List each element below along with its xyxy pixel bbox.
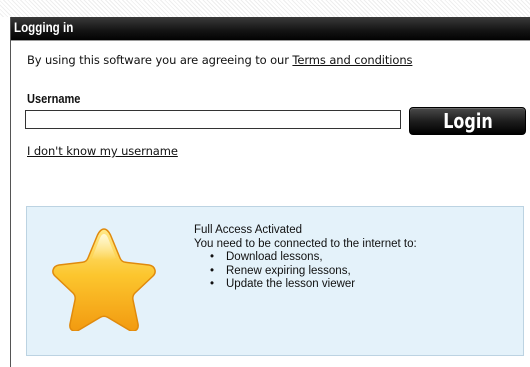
access-status-message: You need to be connected to the internet… [194,237,417,250]
list-item: • Renew expiring lessons, [210,264,417,279]
bullet: • [210,251,215,263]
list-item-text: Update the lesson viewer [226,278,356,290]
terms-notice: By using this software you are agreeing … [27,53,413,67]
forgot-username-link[interactable]: I don't know my username [27,144,178,158]
access-status-box: Full Access Activated You need to be con… [26,206,524,356]
list-item: • Download lessons, [210,251,417,265]
login-button[interactable]: Login [409,107,526,135]
terms-link[interactable]: Terms and conditions [292,53,412,67]
requirements-list: • Download lessons, • Renew expiring lesso… [194,251,417,292]
list-item: • Update the lesson viewer [210,278,417,292]
panel-title: Logging in [14,20,74,35]
background-strip [0,0,530,17]
list-item-text: Download lessons, [226,251,323,263]
bullet: • [210,264,215,277]
login-button-label: Login [442,109,493,133]
terms-prefix: By using this software you are agreeing … [27,53,293,67]
access-status-title: Full Access Activated [194,224,303,236]
list-item-text: Renew expiring lessons, [226,264,351,277]
panel-header: Logging in [11,17,530,41]
access-status-text: Full Access Activated You need to be con… [194,224,417,292]
star-icon [52,228,156,331]
username-label: Username [27,91,81,106]
bullet: • [210,278,215,290]
app-window: Logging in By using this software you ar… [0,0,530,367]
login-panel: Logging in By using this software you ar… [10,17,530,367]
username-input[interactable] [25,110,401,129]
